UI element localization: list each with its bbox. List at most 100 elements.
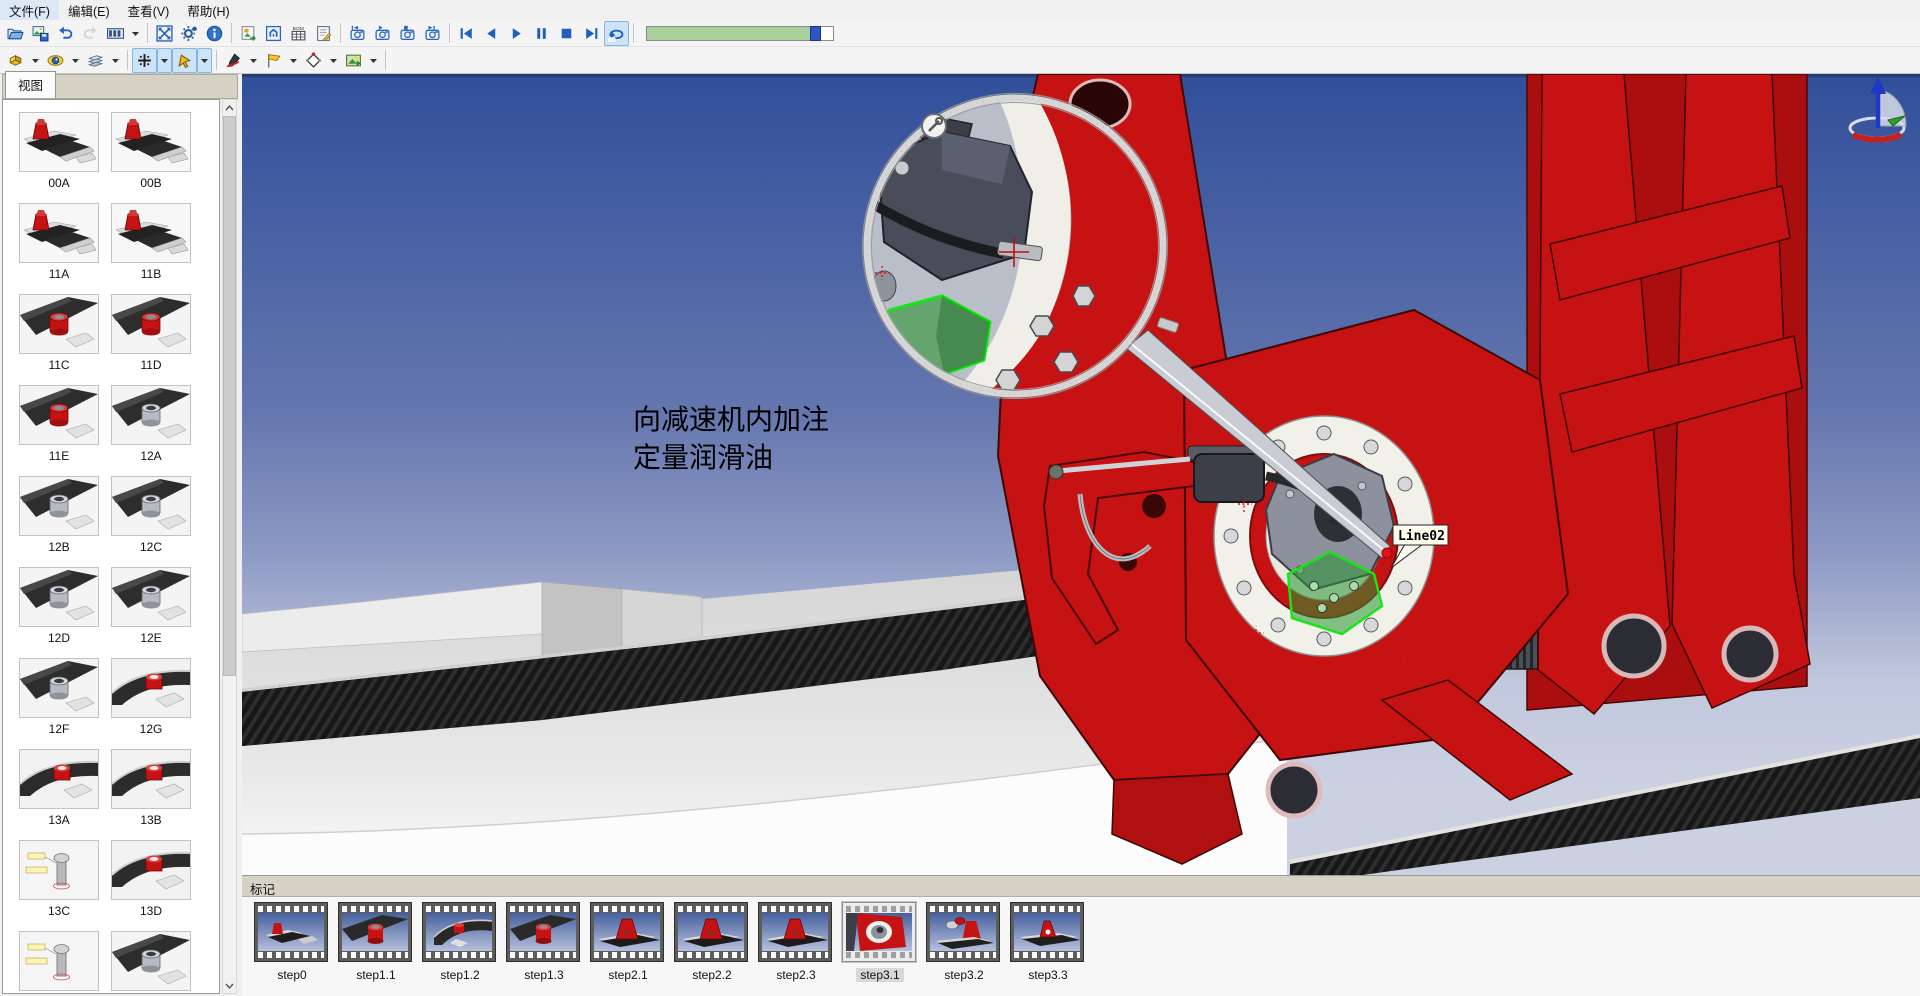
redo-button[interactable] (78, 21, 103, 46)
camera-stop-button[interactable] (395, 21, 420, 46)
move-tool-button[interactable] (132, 48, 157, 73)
go-last-button[interactable] (579, 21, 604, 46)
orient-tool-dropdown[interactable] (197, 48, 212, 73)
step-thumbnail-step1.1[interactable]: step1.1 (338, 902, 414, 984)
view-thumbnail-label: 12E (105, 631, 197, 645)
filmstrip-sprockets (594, 906, 660, 912)
3d-viewport[interactable]: Line02 (242, 74, 1920, 875)
section-tool-dropdown[interactable] (28, 48, 43, 73)
about-button[interactable] (202, 21, 227, 46)
export-image-button[interactable] (236, 21, 261, 46)
save-image-button[interactable] (28, 21, 53, 46)
film-icon (107, 25, 124, 42)
view-thumbnail-13A[interactable]: 13A (13, 749, 105, 827)
loop-button[interactable] (604, 21, 629, 46)
chevron-down-icon (369, 52, 378, 69)
view-thumbnail-13C[interactable]: 13C (13, 840, 105, 918)
view-thumbnail-partial[interactable] (105, 931, 197, 991)
step-thumbnail-step1.2[interactable]: step1.2 (422, 902, 498, 984)
scroll-up-icon[interactable] (223, 100, 236, 115)
play-button[interactable] (504, 21, 529, 46)
step-back-button[interactable] (479, 21, 504, 46)
orient-tool-button[interactable] (172, 48, 197, 73)
view-thumbnail-13D[interactable]: 13D (105, 840, 197, 918)
step-label: step2.2 (688, 968, 735, 982)
scroll-down-icon[interactable] (223, 978, 236, 993)
cam-play-icon (374, 25, 391, 42)
step-thumbnail-step3.2[interactable]: step3.2 (926, 902, 1002, 984)
shape-tool-button[interactable] (301, 48, 326, 73)
visibility-tool-button[interactable] (43, 48, 68, 73)
scrollbar-thumb[interactable] (223, 116, 236, 676)
view-thumbnail-image (111, 385, 191, 445)
undo-button[interactable] (53, 21, 78, 46)
step-thumbnail-step2.2[interactable]: step2.2 (674, 902, 750, 984)
step-thumbnail-step3.3[interactable]: step3.3 (1010, 902, 1086, 984)
cam-stop-icon (399, 25, 416, 42)
view-thumbnail-12C[interactable]: 12C (105, 476, 197, 554)
view-thumbnail-11D[interactable]: 11D (105, 294, 197, 372)
flag-tool-button[interactable] (261, 48, 286, 73)
default-view-button[interactable] (261, 21, 286, 46)
camera-last-button[interactable] (420, 21, 445, 46)
step-thumbnail-step0[interactable]: step0 (254, 902, 330, 984)
step-thumbnail-step1.3[interactable]: step1.3 (506, 902, 582, 984)
explode-tool-dropdown[interactable] (108, 48, 123, 73)
view-thumbnail-12A[interactable]: 12A (105, 385, 197, 463)
animation-progress-slider[interactable] (646, 26, 834, 41)
view-thumbnail-13B[interactable]: 13B (105, 749, 197, 827)
chevron-down-icon (289, 52, 298, 69)
open-button[interactable] (3, 21, 28, 46)
view-thumbnail-11A[interactable]: 11A (13, 203, 105, 281)
pause-button[interactable] (529, 21, 554, 46)
annotation-list-button[interactable] (311, 21, 336, 46)
visibility-tool-dropdown[interactable] (68, 48, 83, 73)
view-thumbnail-12D[interactable]: 12D (13, 567, 105, 645)
image-tool-dropdown[interactable] (366, 48, 381, 73)
tab-views[interactable]: 视图 (5, 71, 56, 98)
sidebar-scrollbar[interactable] (222, 99, 237, 994)
menu-edit[interactable]: 编辑(E) (59, 0, 119, 22)
view-thumbnail-11B[interactable]: 11B (105, 203, 197, 281)
animation-export-button[interactable] (103, 21, 128, 46)
view-thumbnail-12G[interactable]: 12G (105, 658, 197, 736)
section-tool-button[interactable] (3, 48, 28, 73)
image-tool-button[interactable] (341, 48, 366, 73)
camera-play-button[interactable] (370, 21, 395, 46)
view-thumbnail-00A[interactable]: 00A (13, 112, 105, 190)
step-label: step1.3 (520, 968, 567, 982)
go-first-button[interactable] (454, 21, 479, 46)
view-thumbnail-label: 13D (105, 904, 197, 918)
step-thumbnail-step3.1[interactable]: step3.1 (842, 902, 918, 984)
camera-first-button[interactable] (345, 21, 370, 46)
toolbar-separator (147, 23, 148, 43)
view-thumbnail-partial[interactable] (13, 931, 105, 991)
view-thumbnail-11C[interactable]: 11C (13, 294, 105, 372)
view-thumbnail-11E[interactable]: 11E (13, 385, 105, 463)
step-thumbnail-step2.3[interactable]: step2.3 (758, 902, 834, 984)
settings-button[interactable] (177, 21, 202, 46)
fit-view-button[interactable] (152, 21, 177, 46)
open-icon (7, 25, 24, 42)
move-tool-dropdown[interactable] (157, 48, 172, 73)
cam-last-icon (424, 25, 441, 42)
bom-table-button[interactable]: BOM (286, 21, 311, 46)
menu-view[interactable]: 查看(V) (119, 0, 179, 22)
menu-help[interactable]: 帮助(H) (178, 0, 238, 22)
progress-handle[interactable] (810, 26, 821, 41)
view-thumbnail-12F[interactable]: 12F (13, 658, 105, 736)
stop-button[interactable] (554, 21, 579, 46)
view-thumbnail-12E[interactable]: 12E (105, 567, 197, 645)
view-thumbnail-00B[interactable]: 00B (105, 112, 197, 190)
views-sidebar: 视图 00A00B11A11B11C11D11E12A12B12C12D12E1… (0, 74, 240, 996)
flag-tool-dropdown[interactable] (286, 48, 301, 73)
step-thumbnail-step2.1[interactable]: step2.1 (590, 902, 666, 984)
view-thumbnail-12B[interactable]: 12B (13, 476, 105, 554)
animation-export-dropdown[interactable] (128, 21, 143, 46)
pen-tool-button[interactable] (221, 48, 246, 73)
toolbar-separator (340, 23, 341, 43)
pen-tool-dropdown[interactable] (246, 48, 261, 73)
shape-tool-dropdown[interactable] (326, 48, 341, 73)
explode-tool-button[interactable] (83, 48, 108, 73)
menu-file[interactable]: 文件(F) (0, 0, 59, 22)
